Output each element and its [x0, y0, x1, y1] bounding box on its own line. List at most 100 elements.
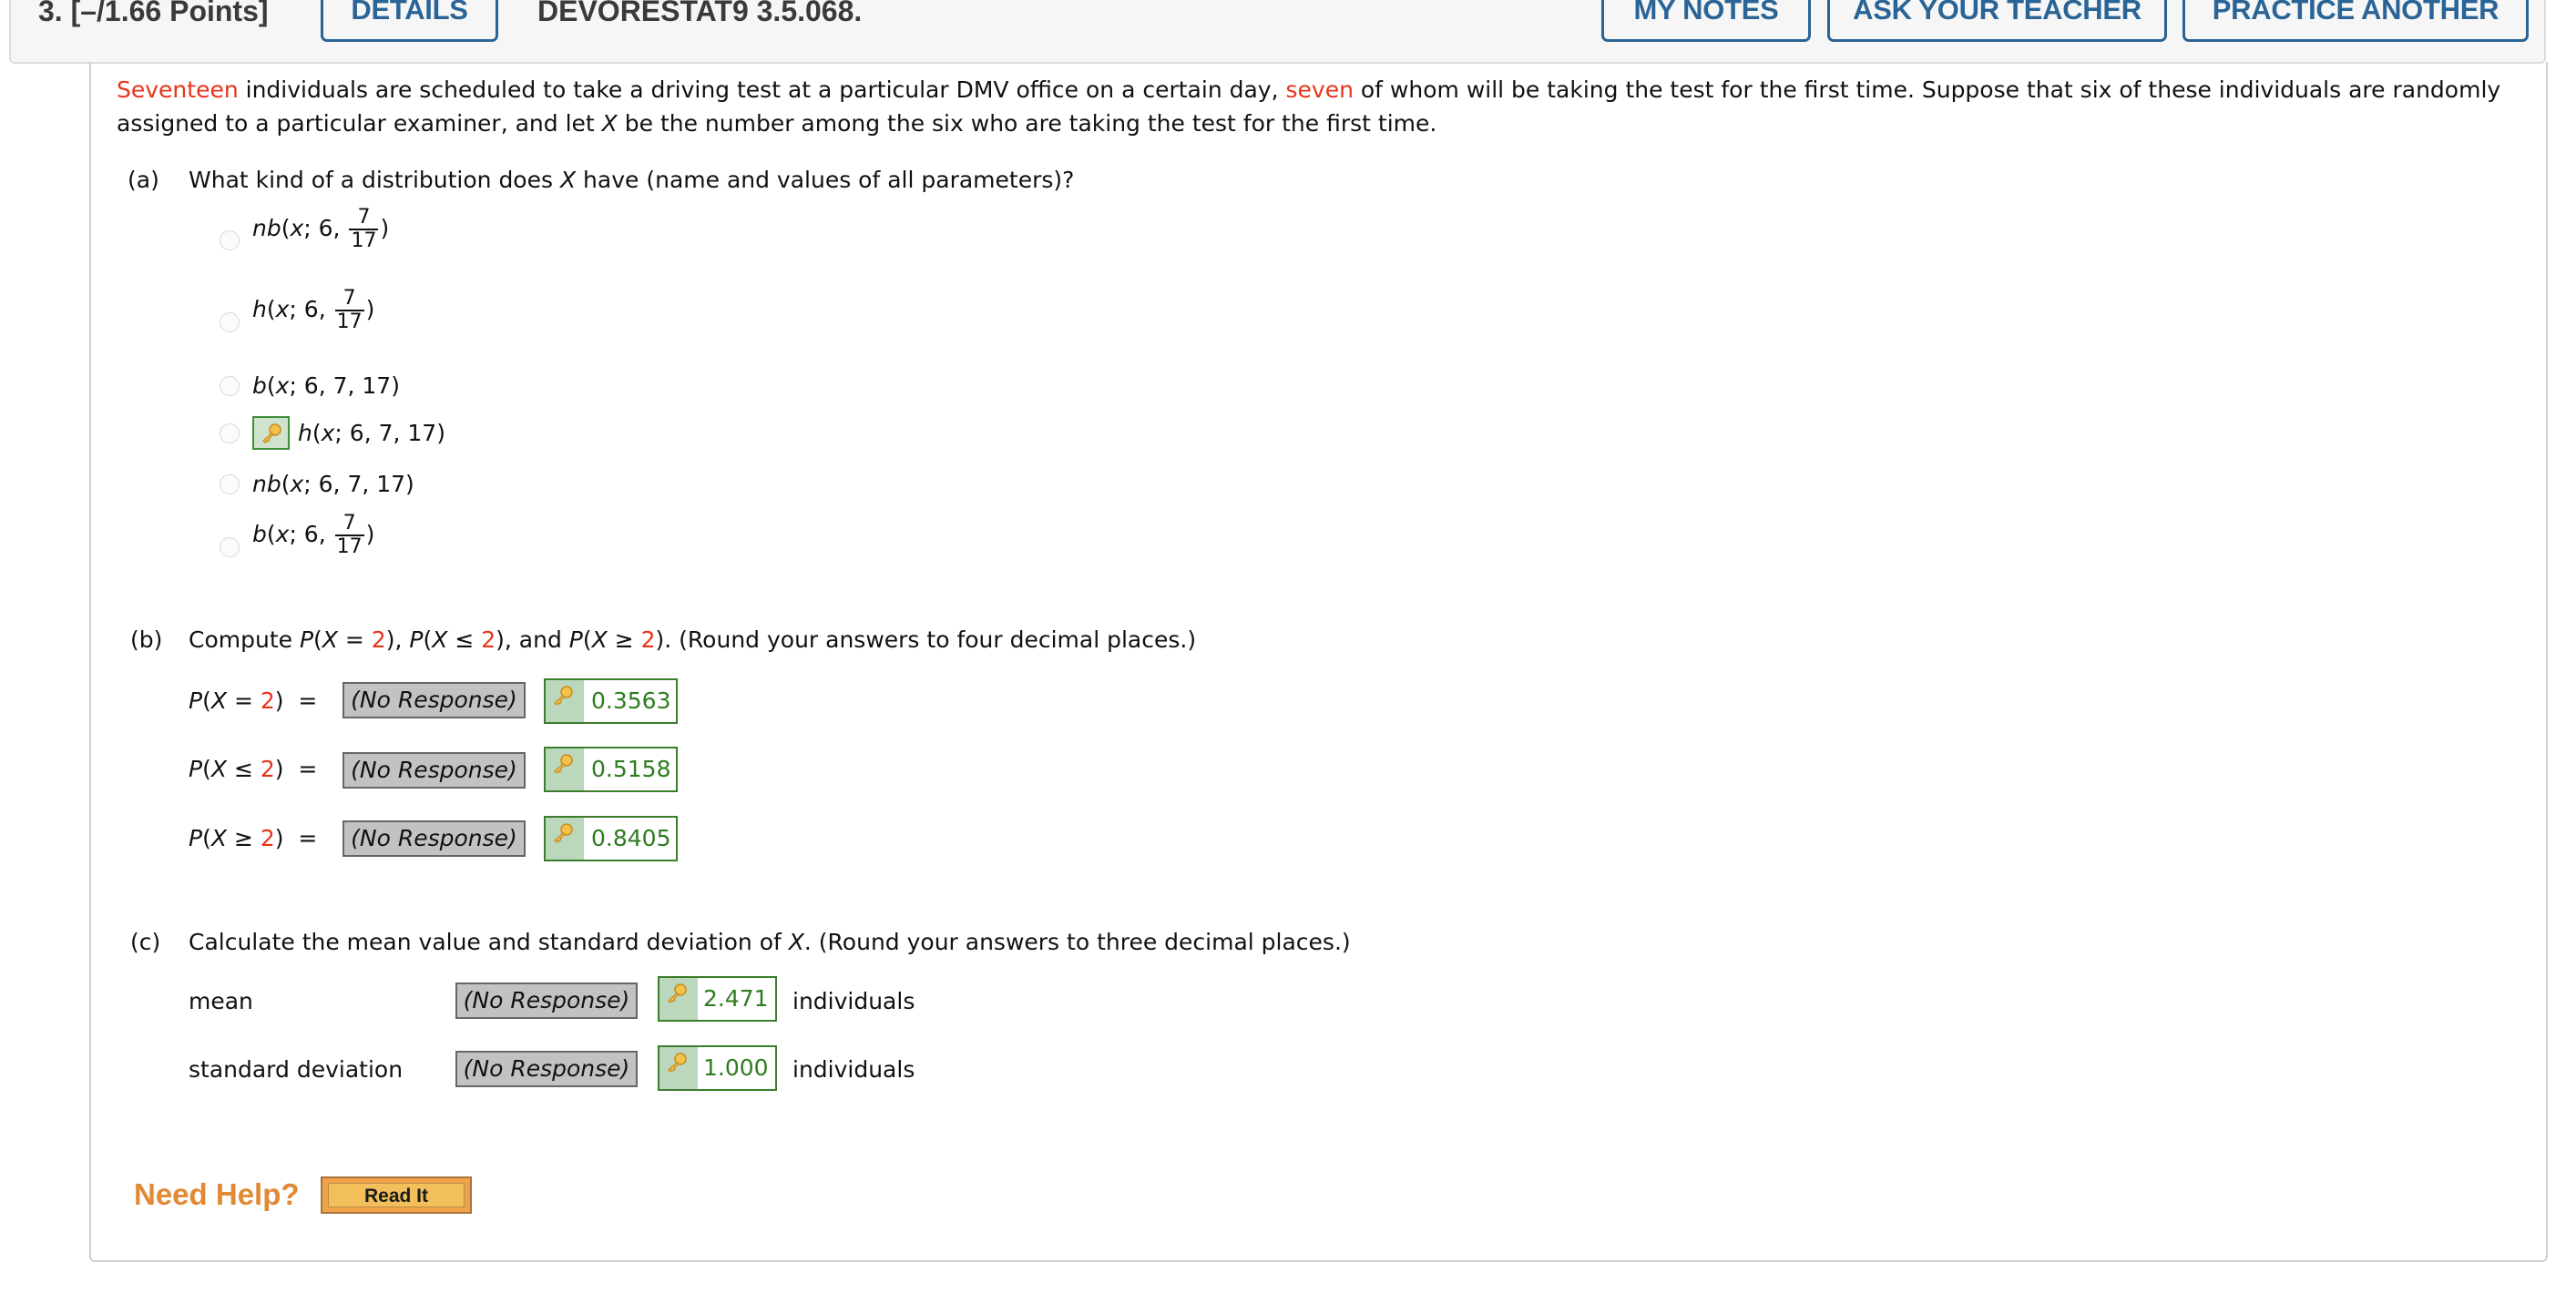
prob-label-eq: P(X = 2) = [189, 687, 318, 714]
fraction-numerator: 7 [357, 206, 371, 229]
option-label-4[interactable]: h(x; 6, 7, 17) [298, 417, 445, 450]
option-params: ; 6, 7, 17) [303, 471, 414, 497]
option-label-1[interactable]: nb(x; 6, 7 17) [252, 207, 389, 252]
answer-value: 0.5158 [591, 756, 671, 782]
problem-id: DEVORESTAT9 3.5.068. [537, 0, 863, 27]
part-c-label: (c) [130, 929, 161, 955]
option-radio-1[interactable] [220, 230, 240, 250]
ask-your-teacher-button[interactable]: ASK YOUR TEACHER [1827, 0, 2167, 42]
answer-value: 0.8405 [591, 825, 671, 851]
part-a-label: (a) [128, 167, 159, 193]
sd-label: standard deviation [189, 1056, 404, 1083]
option-close: ) [380, 215, 390, 241]
points-label: [–/1.66 Points] [70, 0, 269, 27]
statement-text: be the number among the six who are taki… [617, 110, 1437, 137]
question-text: . (Round your answers to four decimal pl… [664, 626, 1197, 653]
option-var: x [275, 521, 290, 547]
prob-label-le: P(X ≤ 2) = [189, 756, 318, 782]
highlight-seven: seven [1285, 76, 1354, 103]
sd-unit: individuals [792, 1056, 915, 1083]
correct-answer-mean: 2.471 [658, 976, 777, 1022]
correct-answer-prob-eq: 0.3563 [544, 678, 678, 724]
question-text: . (Round your answers to three decimal p… [803, 929, 1351, 955]
option-func: b [252, 521, 267, 547]
key-icon [668, 983, 687, 1003]
value-highlight: 2 [260, 687, 275, 714]
option-params: ; 6, [289, 296, 333, 322]
option-label-6[interactable]: b(x; 6, 7 17) [252, 513, 374, 558]
correct-answer-prob-ge: 0.8405 [544, 816, 678, 861]
option-var: x [275, 296, 290, 322]
variable-x: X [788, 929, 804, 955]
part-b-question: Compute P(X = 2), P(X ≤ 2), and P(X ≥ 2)… [189, 626, 1197, 653]
question-text: Compute [189, 626, 300, 653]
key-icon [554, 686, 573, 706]
key-zone [546, 748, 584, 790]
option-label-3[interactable]: b(x; 6, 7, 17) [252, 370, 400, 402]
part-c-question: Calculate the mean value and standard de… [189, 926, 1351, 959]
my-notes-button[interactable]: MY NOTES [1601, 0, 1811, 42]
fraction: 7 17 [349, 206, 379, 252]
variable-x: X [559, 167, 577, 193]
operator: ≤ [455, 626, 475, 653]
key-icon [554, 823, 573, 843]
operator: = [344, 626, 364, 653]
correct-answer-prob-le: 0.5158 [544, 747, 678, 792]
fraction-denominator: 17 [334, 535, 364, 558]
operator: ≥ [614, 626, 634, 653]
option-var: x [321, 420, 335, 446]
question-text: have (name and values of all parameters)… [576, 167, 1075, 193]
key-zone [546, 680, 584, 722]
practice-another-button[interactable]: PRACTICE ANOTHER [2182, 0, 2529, 42]
value-highlight: 2 [640, 626, 656, 653]
value-highlight: 2 [481, 626, 496, 653]
mean-label: mean [189, 988, 253, 1014]
answer-value: 2.471 [703, 985, 769, 1012]
option-radio-6[interactable] [220, 537, 240, 557]
response-field-mean[interactable]: (No Response) [455, 982, 638, 1019]
response-field-prob-le[interactable]: (No Response) [342, 752, 526, 789]
option-func: nb [252, 471, 281, 497]
option-label-5[interactable]: nb(x; 6, 7, 17) [252, 468, 414, 501]
answer-value: 1.000 [703, 1054, 769, 1081]
option-close: ) [365, 521, 375, 547]
option-params: ; 6, [289, 521, 333, 547]
question-number-points: 3. [–/1.66 Points] [38, 0, 269, 33]
option-var: x [275, 372, 290, 399]
response-field-prob-eq[interactable]: (No Response) [342, 682, 526, 718]
fraction-denominator: 17 [334, 310, 364, 333]
operator: ≥ [233, 825, 253, 851]
key-zone [659, 1047, 698, 1089]
option-func: nb [252, 215, 281, 241]
option-params: ; 6, 7, 17) [334, 420, 445, 446]
fraction: 7 17 [334, 288, 364, 333]
variable-x: X [601, 110, 618, 137]
option-func: h [298, 420, 312, 446]
key-icon [668, 1053, 687, 1073]
fraction-numerator: 7 [342, 512, 356, 535]
correct-answer-sd: 1.000 [658, 1045, 777, 1091]
option-label-2[interactable]: h(x; 6, 7 17) [252, 288, 374, 333]
statement-text: individuals are scheduled to take a driv… [238, 76, 1286, 103]
option-radio-4[interactable] [220, 423, 240, 443]
value-highlight: 2 [260, 756, 275, 782]
key-zone [659, 978, 698, 1020]
key-zone [546, 818, 584, 860]
details-button[interactable]: DETAILS [321, 0, 498, 42]
option-radio-2[interactable] [220, 312, 240, 332]
option-close: ) [365, 296, 375, 322]
fraction: 7 17 [334, 512, 364, 558]
operator: = [233, 687, 253, 714]
read-it-button[interactable]: Read It [321, 1176, 472, 1214]
option-radio-3[interactable] [220, 376, 240, 396]
value-highlight: 2 [371, 626, 386, 653]
question-text: , and [504, 626, 569, 653]
key-icon [554, 754, 573, 774]
fraction-denominator: 17 [349, 229, 379, 252]
option-radio-5[interactable] [220, 474, 240, 494]
response-field-sd[interactable]: (No Response) [455, 1051, 638, 1087]
response-field-prob-ge[interactable]: (No Response) [342, 820, 526, 857]
operator: ≤ [233, 756, 253, 782]
read-it-label: Read It [328, 1183, 465, 1207]
mean-unit: individuals [792, 988, 915, 1014]
